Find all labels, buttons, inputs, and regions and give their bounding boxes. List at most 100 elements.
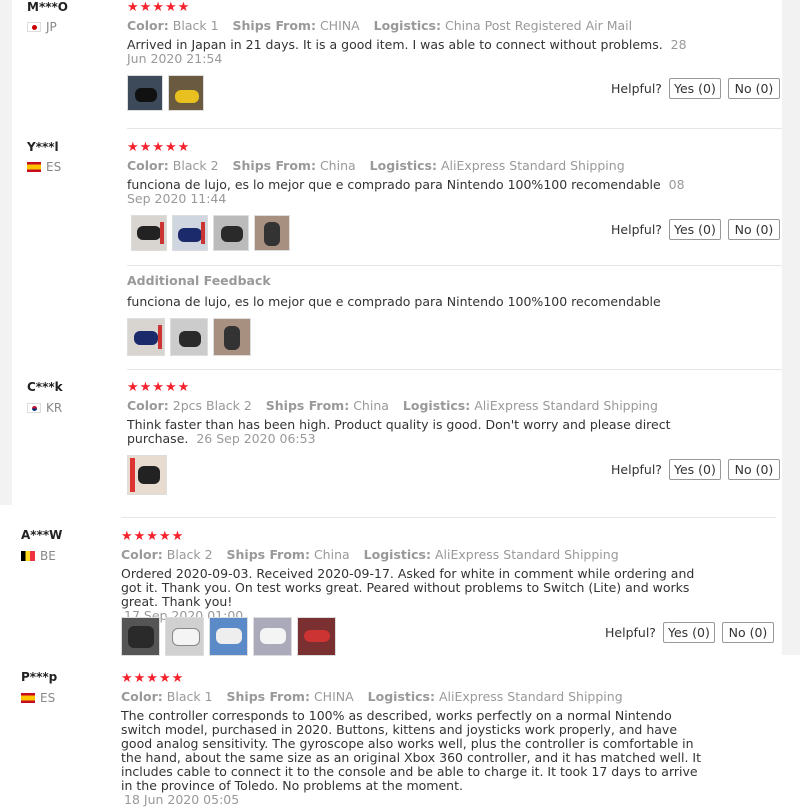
ships-from-label: Ships From: xyxy=(232,158,316,173)
spain-flag-icon xyxy=(27,162,41,172)
review-date: 26 Sep 2020 06:53 xyxy=(196,431,316,446)
helpful-label: Helpful? xyxy=(611,81,662,96)
reviewer-country: ES xyxy=(21,691,55,705)
rating-stars: ★★★★★ xyxy=(121,529,185,544)
helpful-no-button[interactable]: No (0) xyxy=(727,459,780,480)
rating-stars: ★★★★★ xyxy=(127,140,191,155)
review-photo[interactable] xyxy=(168,75,204,111)
review-text-block: Ordered 2020-09-03. Received 2020-09-17.… xyxy=(121,567,696,623)
reviewer-country: KR xyxy=(27,401,62,415)
logistics-label: Logistics: xyxy=(367,689,435,704)
page-gutter-right xyxy=(782,0,800,655)
helpful-no-button[interactable]: No (0) xyxy=(721,622,774,643)
review-photo[interactable] xyxy=(213,318,251,356)
review-photo[interactable] xyxy=(172,215,208,251)
rating-stars: ★★★★★ xyxy=(127,380,191,395)
review-text: Ordered 2020-09-03. Received 2020-09-17.… xyxy=(121,566,695,609)
additional-feedback-text: funciona de lujo, es lo mejor que e comp… xyxy=(127,294,661,309)
country-code: ES xyxy=(46,160,62,174)
reviewer-name: Y***l xyxy=(27,140,59,154)
order-info: Color: Black 2 Ships From: China Logisti… xyxy=(127,158,625,173)
helpful-label: Helpful? xyxy=(605,625,656,640)
spain-flag-icon xyxy=(21,693,35,703)
color-value: Black 1 xyxy=(172,18,219,33)
country-code: JP xyxy=(46,20,57,34)
ships-from-value: CHINA xyxy=(319,18,360,33)
order-info: Color: Black 1 Ships From: CHINA Logisti… xyxy=(127,18,632,33)
additional-feedback-divider xyxy=(127,265,782,266)
logistics-label: Logistics: xyxy=(363,547,431,562)
reviewer-country: BE xyxy=(21,549,56,563)
logistics-value: AliExpress Standard Shipping xyxy=(434,547,619,562)
review-photo[interactable] xyxy=(170,318,208,356)
color-value: 2pcs Black 2 xyxy=(172,398,252,413)
helpful-vote: Helpful? Yes (0) No (0) xyxy=(611,78,780,99)
color-label: Color: xyxy=(121,689,163,704)
order-info: Color: 2pcs Black 2 Ships From: China Lo… xyxy=(127,398,658,413)
review-photo[interactable] xyxy=(297,617,336,656)
review-photos xyxy=(127,75,204,111)
review-photos xyxy=(127,455,167,495)
ships-from-value: China xyxy=(353,398,389,413)
ships-from-label: Ships From: xyxy=(232,18,316,33)
review-photos xyxy=(121,617,336,656)
korea-flag-icon xyxy=(27,403,41,413)
reviewer-name: M***O xyxy=(27,0,68,14)
review-photo[interactable] xyxy=(165,617,204,656)
ships-from-label: Ships From: xyxy=(265,398,350,413)
color-value: Black 2 xyxy=(172,158,219,173)
page-gutter-left xyxy=(0,0,12,505)
reviewer-country: JP xyxy=(27,20,57,34)
review-photo[interactable] xyxy=(209,617,248,656)
review-photo[interactable] xyxy=(127,318,165,356)
helpful-no-button[interactable]: No (0) xyxy=(727,78,780,99)
belgium-flag-icon xyxy=(21,551,35,561)
review-photo[interactable] xyxy=(254,215,290,251)
logistics-value: AliExpress Standard Shipping xyxy=(440,158,625,173)
rating-stars: ★★★★★ xyxy=(127,0,191,15)
reviewer-name: P***p xyxy=(21,670,58,684)
color-label: Color: xyxy=(121,547,163,562)
country-code: BE xyxy=(40,549,56,563)
helpful-no-button[interactable]: No (0) xyxy=(727,219,780,240)
color-value: Black 2 xyxy=(166,547,213,562)
helpful-yes-button[interactable]: Yes (0) xyxy=(668,459,721,480)
order-info: Color: Black 2 Ships From: China Logisti… xyxy=(121,547,619,562)
review-text: Arrived in Japan in 21 days. It is a goo… xyxy=(127,37,663,52)
additional-feedback-photos xyxy=(127,318,251,356)
ships-from-value: China xyxy=(319,158,356,173)
helpful-yes-button[interactable]: Yes (0) xyxy=(668,219,721,240)
review-divider xyxy=(127,128,782,129)
review-text: funciona de lujo, es lo mejor que e comp… xyxy=(127,177,661,192)
logistics-label: Logistics: xyxy=(402,398,471,413)
ships-from-label: Ships From: xyxy=(226,689,310,704)
helpful-yes-button[interactable]: Yes (0) xyxy=(668,78,721,99)
review-photo[interactable] xyxy=(253,617,292,656)
review-text: The controller corresponds to 100% as de… xyxy=(121,708,701,793)
ships-from-label: Ships From: xyxy=(226,547,310,562)
ships-from-value: CHINA xyxy=(313,689,354,704)
ships-from-value: China xyxy=(313,547,350,562)
review-photos xyxy=(131,215,290,251)
reviewer-name: A***W xyxy=(21,528,63,542)
review-photo[interactable] xyxy=(127,455,167,495)
review-photo[interactable] xyxy=(131,215,167,251)
review-photo[interactable] xyxy=(121,617,160,656)
logistics-label: Logistics: xyxy=(373,18,441,33)
review-photo[interactable] xyxy=(127,75,163,111)
logistics-label: Logistics: xyxy=(369,158,437,173)
helpful-yes-button[interactable]: Yes (0) xyxy=(662,622,715,643)
logistics-value: China Post Registered Air Mail xyxy=(444,18,633,33)
review-divider xyxy=(121,517,776,518)
additional-feedback-heading: Additional Feedback xyxy=(127,273,271,288)
review-text-block: Arrived in Japan in 21 days. It is a goo… xyxy=(127,38,687,66)
reviewer-name: C***k xyxy=(27,380,63,394)
order-info: Color: Black 1 Ships From: CHINA Logisti… xyxy=(121,689,623,704)
country-code: KR xyxy=(46,401,63,415)
review-photo[interactable] xyxy=(213,215,249,251)
color-label: Color: xyxy=(127,18,169,33)
helpful-vote: Helpful? Yes (0) No (0) xyxy=(611,459,780,480)
helpful-label: Helpful? xyxy=(611,462,662,477)
country-code: ES xyxy=(40,691,56,705)
helpful-label: Helpful? xyxy=(611,222,662,237)
